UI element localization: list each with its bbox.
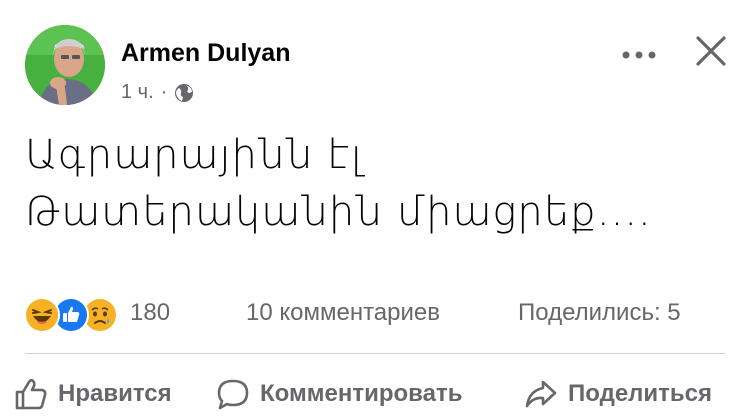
- like-button[interactable]: Нравится: [14, 374, 172, 414]
- more-options-icon[interactable]: [619, 35, 659, 75]
- share-label: Поделиться: [568, 380, 713, 407]
- meta-separator: ·: [160, 81, 168, 103]
- avatar-photo: [25, 25, 105, 105]
- share-button[interactable]: Поделиться: [524, 374, 712, 414]
- post-time[interactable]: 1 ч.: [121, 81, 154, 104]
- share-icon: [525, 380, 557, 408]
- like-label: Нравится: [58, 380, 172, 407]
- comment-button[interactable]: Комментировать: [216, 374, 462, 414]
- post-stats: 180 10 комментариев Поделились: 5: [24, 293, 726, 333]
- reactions-summary[interactable]: [24, 297, 118, 333]
- post-text: Ագրարայինն էլ Թատերականին միացրեք....: [25, 127, 652, 241]
- post-text-line: Թատերականին միացրեք....: [25, 189, 652, 235]
- globe-icon[interactable]: [174, 83, 194, 103]
- divider: [25, 353, 725, 354]
- reaction-count[interactable]: 180: [130, 299, 170, 327]
- avatar[interactable]: [25, 25, 105, 105]
- author-name[interactable]: Armen Dulyan: [121, 39, 290, 68]
- thumbs-up-icon: [15, 378, 47, 410]
- post-meta: 1 ч. ·: [121, 81, 194, 104]
- comments-count[interactable]: 10 комментариев: [246, 299, 440, 327]
- post-header: Armen Dulyan 1 ч. ·: [25, 25, 726, 105]
- post-text-line: Ագրարայինն էլ: [25, 132, 363, 178]
- action-bar: Нравится Комментировать Поделиться: [0, 366, 750, 419]
- comment-label: Комментировать: [260, 380, 463, 407]
- haha-reaction-icon: [24, 297, 60, 333]
- comment-icon: [217, 379, 249, 410]
- shares-count[interactable]: Поделились: 5: [518, 299, 681, 327]
- close-icon[interactable]: [689, 29, 733, 73]
